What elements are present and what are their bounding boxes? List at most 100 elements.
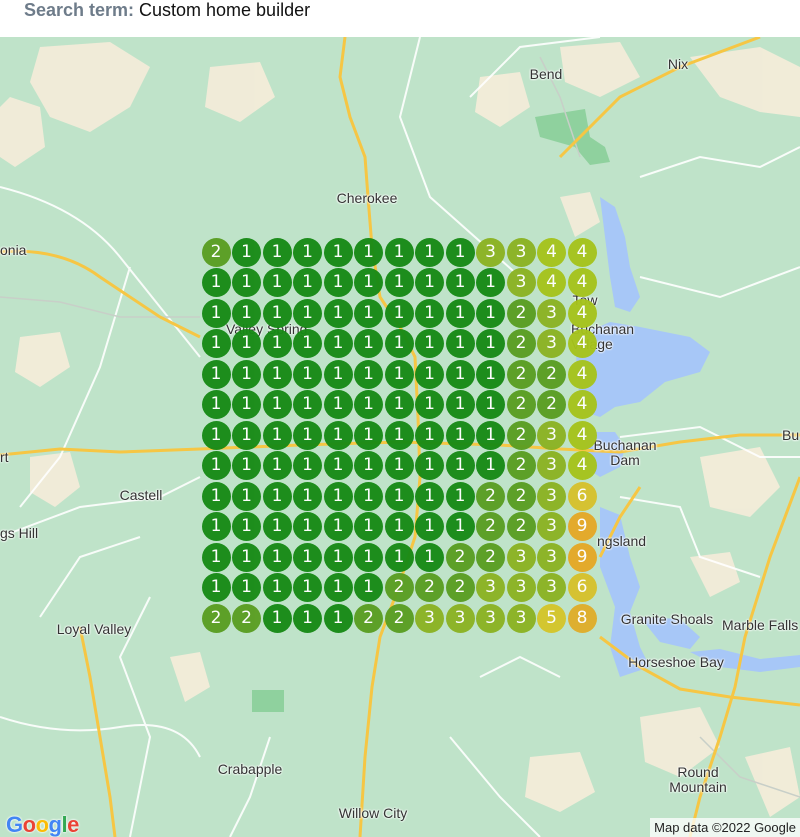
rank-pin[interactable]: 1 <box>323 237 353 267</box>
rank-pin[interactable]: 1 <box>354 298 383 328</box>
rank-pin[interactable]: 1 <box>323 451 353 480</box>
rank-pin[interactable]: 1 <box>201 298 231 328</box>
rank-pin[interactable]: 1 <box>384 451 414 480</box>
rank-pin[interactable]: 1 <box>445 359 475 389</box>
rank-pin[interactable]: 2 <box>232 603 261 633</box>
rank-pin[interactable]: 1 <box>445 390 475 419</box>
rank-pin[interactable]: 1 <box>262 420 292 450</box>
rank-pin[interactable]: 4 <box>537 237 566 267</box>
rank-pin[interactable]: 1 <box>232 237 261 267</box>
rank-pin[interactable]: 1 <box>384 481 414 511</box>
rank-pin[interactable]: 1 <box>415 542 444 572</box>
rank-pin[interactable]: 2 <box>506 390 536 419</box>
rank-pin[interactable]: 1 <box>354 542 383 572</box>
rank-pin[interactable]: 1 <box>445 329 475 358</box>
rank-pin[interactable]: 2 <box>537 390 566 419</box>
rank-pin[interactable]: 1 <box>384 359 414 389</box>
rank-pin[interactable]: 1 <box>354 390 383 419</box>
rank-pin[interactable]: 3 <box>537 451 566 480</box>
rank-pin[interactable]: 1 <box>262 512 292 541</box>
rank-pin[interactable]: 4 <box>567 390 597 419</box>
rank-pin[interactable]: 8 <box>567 603 597 633</box>
rank-pin[interactable]: 1 <box>415 512 444 541</box>
rank-pin[interactable]: 1 <box>262 298 292 328</box>
rank-pin[interactable]: 1 <box>323 573 353 602</box>
rank-pin[interactable]: 1 <box>384 542 414 572</box>
rank-pin[interactable]: 1 <box>476 359 505 389</box>
rank-pin[interactable]: 1 <box>232 451 261 480</box>
rank-pin[interactable]: 2 <box>384 573 414 602</box>
rank-pin[interactable]: 1 <box>201 268 231 297</box>
rank-pin[interactable]: 1 <box>232 420 261 450</box>
rank-pin[interactable]: 1 <box>384 390 414 419</box>
rank-pin[interactable]: 1 <box>293 298 322 328</box>
rank-pin[interactable]: 1 <box>262 268 292 297</box>
rank-pin[interactable]: 1 <box>415 268 444 297</box>
rank-pin[interactable]: 4 <box>567 268 597 297</box>
rank-pin[interactable]: 3 <box>506 237 536 267</box>
rank-pin[interactable]: 2 <box>506 512 536 541</box>
rank-pin[interactable]: 1 <box>476 329 505 358</box>
rank-pin[interactable]: 1 <box>384 298 414 328</box>
rank-pin[interactable]: 1 <box>232 512 261 541</box>
rank-pin[interactable]: 1 <box>354 237 383 267</box>
rank-pin[interactable]: 2 <box>445 573 475 602</box>
rank-pin[interactable]: 1 <box>293 451 322 480</box>
rank-pin[interactable]: 1 <box>354 329 383 358</box>
rank-pin[interactable]: 3 <box>537 420 566 450</box>
rank-pin[interactable]: 2 <box>415 573 444 602</box>
rank-pin[interactable]: 3 <box>445 603 475 633</box>
rank-pin[interactable]: 1 <box>293 512 322 541</box>
rank-pin[interactable]: 1 <box>201 481 231 511</box>
rank-pin[interactable]: 1 <box>262 329 292 358</box>
rank-pin[interactable]: 1 <box>354 481 383 511</box>
rank-pin[interactable]: 4 <box>567 359 597 389</box>
rank-pin[interactable]: 2 <box>476 512 505 541</box>
rank-pin[interactable]: 1 <box>445 481 475 511</box>
rank-pin[interactable]: 1 <box>293 390 322 419</box>
rank-pin[interactable]: 1 <box>323 268 353 297</box>
rank-pin[interactable]: 1 <box>476 390 505 419</box>
rank-pin[interactable]: 1 <box>232 359 261 389</box>
rank-pin[interactable]: 3 <box>537 573 566 602</box>
rank-pin[interactable]: 1 <box>415 359 444 389</box>
rank-pin[interactable]: 1 <box>476 268 505 297</box>
rank-pin[interactable]: 1 <box>262 237 292 267</box>
rank-pin[interactable]: 4 <box>567 451 597 480</box>
rank-pin[interactable]: 3 <box>506 268 536 297</box>
rank-pin[interactable]: 9 <box>567 512 597 541</box>
rank-pin[interactable]: 1 <box>201 573 231 602</box>
rank-pin[interactable]: 2 <box>506 420 536 450</box>
rank-pin[interactable]: 1 <box>293 420 322 450</box>
rank-pin[interactable]: 1 <box>323 512 353 541</box>
rank-pin[interactable]: 1 <box>354 268 383 297</box>
rank-pin[interactable]: 1 <box>262 573 292 602</box>
rank-pin[interactable]: 1 <box>262 451 292 480</box>
rank-pin[interactable]: 1 <box>415 481 444 511</box>
rank-pin[interactable]: 1 <box>201 329 231 358</box>
rank-pin[interactable]: 1 <box>201 512 231 541</box>
rank-pin[interactable]: 2 <box>506 481 536 511</box>
rank-pin[interactable]: 1 <box>384 512 414 541</box>
rank-pin[interactable]: 1 <box>445 298 475 328</box>
rank-pin[interactable]: 1 <box>232 329 261 358</box>
rank-pin[interactable]: 1 <box>262 359 292 389</box>
rank-pin[interactable]: 2 <box>354 603 383 633</box>
rank-pin[interactable]: 1 <box>232 481 261 511</box>
rank-pin[interactable]: 1 <box>323 329 353 358</box>
rank-pin[interactable]: 1 <box>262 390 292 419</box>
rank-pin[interactable]: 1 <box>262 603 292 633</box>
rank-pin[interactable]: 1 <box>415 390 444 419</box>
rank-pin[interactable]: 1 <box>323 420 353 450</box>
rank-pin[interactable]: 2 <box>506 298 536 328</box>
rank-pin[interactable]: 4 <box>567 420 597 450</box>
rank-pin[interactable]: 1 <box>232 268 261 297</box>
rank-pin[interactable]: 1 <box>476 451 505 480</box>
rank-pin[interactable]: 1 <box>262 481 292 511</box>
rank-pin[interactable]: 1 <box>384 268 414 297</box>
rank-pin[interactable]: 3 <box>506 573 536 602</box>
rank-pin[interactable]: 1 <box>323 542 353 572</box>
rank-pin[interactable]: 1 <box>323 481 353 511</box>
rank-pin[interactable]: 1 <box>201 542 231 572</box>
rank-pin[interactable]: 1 <box>445 268 475 297</box>
